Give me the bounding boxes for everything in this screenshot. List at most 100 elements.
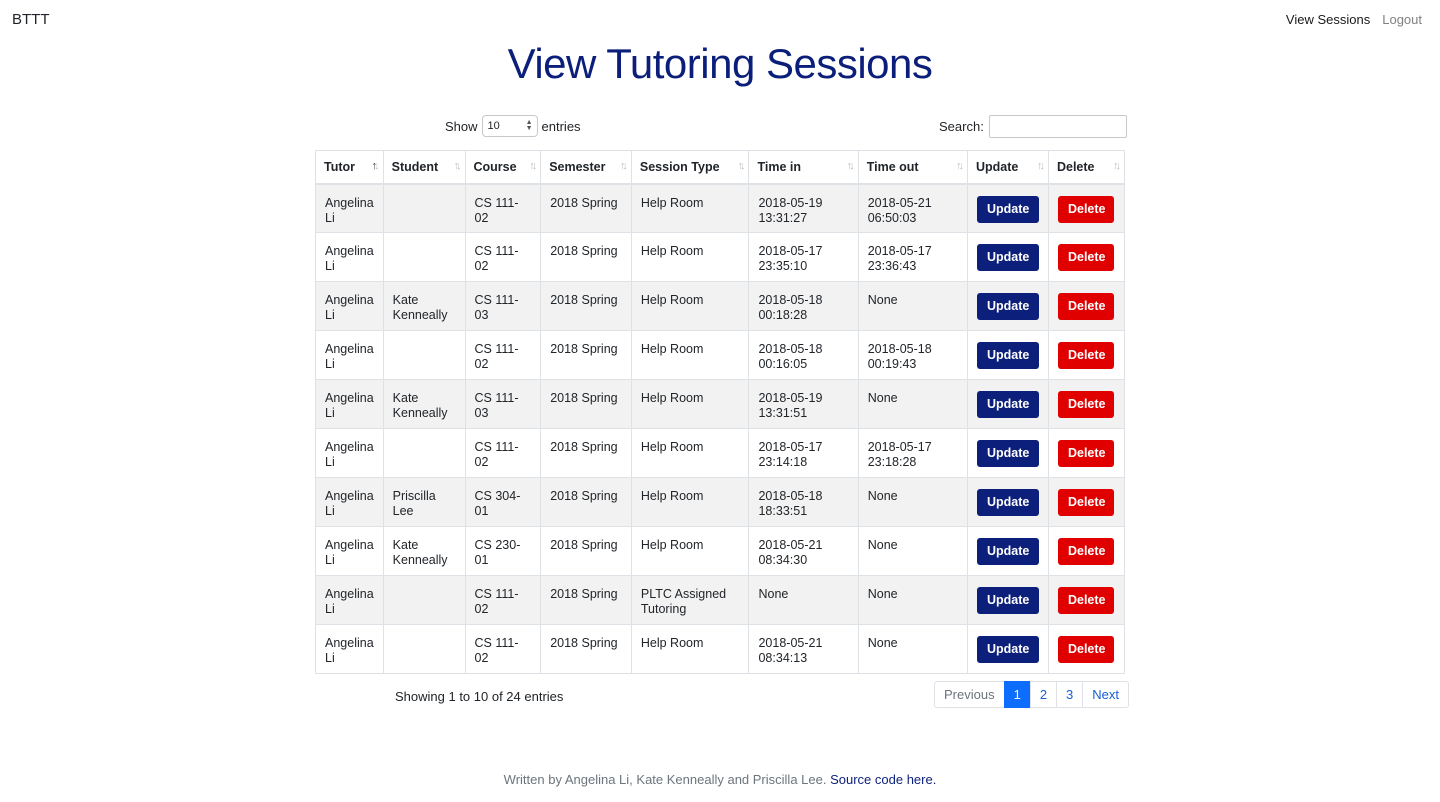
page-1-button[interactable]: 1 xyxy=(1003,681,1031,708)
column-header-update[interactable]: Update ↑↓ xyxy=(966,150,1049,185)
column-header-session-type[interactable]: Session Type ↑↓ xyxy=(630,150,750,185)
page-3-button[interactable]: 3 xyxy=(1056,681,1084,708)
entries-select[interactable]: 10 ▲ ▼ xyxy=(481,115,538,137)
delete-button[interactable]: Delete xyxy=(1057,489,1114,516)
search-input[interactable] xyxy=(988,115,1127,138)
update-button[interactable]: Update xyxy=(976,587,1039,614)
delete-button[interactable]: Delete xyxy=(1057,538,1114,565)
cell-time-out: None xyxy=(857,477,968,527)
column-header-label: Student xyxy=(391,159,439,174)
cell-time-out: 2018-05-18 00:19:43 xyxy=(857,330,968,380)
delete-button[interactable]: Delete xyxy=(1057,195,1114,223)
cell-course: CS 111-03 xyxy=(464,379,542,429)
column-header-course[interactable]: Course ↑↓ xyxy=(464,150,542,185)
cell-session-type: Help Room xyxy=(630,477,750,527)
cell-update: Update xyxy=(966,232,1049,282)
source-code-link[interactable]: Source code here. xyxy=(830,772,936,787)
cell-time-in: 2018-05-18 00:18:28 xyxy=(748,281,859,331)
cell-time-in: 2018-05-17 23:14:18 xyxy=(748,428,859,478)
cell-student: Kate Kenneally xyxy=(382,526,466,576)
column-header-label: Delete xyxy=(1056,159,1095,174)
cell-student xyxy=(382,428,466,478)
cell-update: Update xyxy=(966,183,1049,233)
cell-time-in: 2018-05-21 08:34:30 xyxy=(748,526,859,576)
cell-session-type: Help Room xyxy=(630,281,750,331)
cell-update: Update xyxy=(966,428,1049,478)
cell-delete: Delete xyxy=(1047,526,1126,576)
cell-course: CS 111-02 xyxy=(464,428,542,478)
cell-student xyxy=(382,232,466,282)
nav-view-sessions-link[interactable]: View Sessions xyxy=(1286,12,1370,27)
cell-delete: Delete xyxy=(1047,330,1126,380)
next-page-button[interactable]: Next xyxy=(1082,681,1130,708)
cell-tutor: Angelina Li xyxy=(315,379,384,429)
cell-tutor: Angelina Li xyxy=(315,183,384,233)
previous-page-button[interactable]: Previous xyxy=(934,681,1005,708)
delete-button[interactable]: Delete xyxy=(1057,244,1114,271)
update-button[interactable]: Update xyxy=(976,195,1039,223)
cell-update: Update xyxy=(966,379,1049,429)
sort-icon: ↑↓ xyxy=(619,160,628,172)
delete-button[interactable]: Delete xyxy=(1057,391,1114,418)
column-header-time-out[interactable]: Time out ↑↓ xyxy=(857,150,968,185)
column-header-label: Update xyxy=(975,159,1019,174)
sort-icon: ↑↓ xyxy=(1036,160,1045,172)
cell-update: Update xyxy=(966,526,1049,576)
column-header-label: Session Type xyxy=(639,159,720,174)
cell-session-type: Help Room xyxy=(630,232,750,282)
cell-session-type: Help Room xyxy=(630,624,750,674)
column-header-label: Time out xyxy=(866,159,919,174)
column-header-time-in[interactable]: Time in ↑↓ xyxy=(748,150,859,185)
cell-delete: Delete xyxy=(1047,624,1126,674)
cell-course: CS 111-02 xyxy=(464,330,542,380)
cell-tutor: Angelina Li xyxy=(315,330,384,380)
table-row: Angelina Li CS 111-02 2018 Spring Help Room… xyxy=(315,428,1126,478)
cell-update: Update xyxy=(966,330,1049,380)
page-2-button[interactable]: 2 xyxy=(1029,681,1058,708)
cell-tutor: Angelina Li xyxy=(315,428,384,478)
update-button[interactable]: Update xyxy=(976,538,1039,565)
cell-session-type: Help Room xyxy=(630,330,750,380)
table-body: Angelina Li CS 111-02 2018 Spring Help Room… xyxy=(315,183,1126,674)
cell-time-out: None xyxy=(857,624,968,674)
cell-time-in: 2018-05-17 23:35:10 xyxy=(748,232,859,282)
cell-student xyxy=(382,183,466,233)
footer: Written by Angelina Li, Kate Kenneally a… xyxy=(0,772,1440,787)
select-arrows-icon: ▲ ▼ xyxy=(525,119,533,132)
update-button[interactable]: Update xyxy=(976,489,1039,516)
page-title: View Tutoring Sessions xyxy=(507,40,933,87)
cell-delete: Delete xyxy=(1047,281,1126,331)
sort-icon: ↑↓ xyxy=(453,160,462,172)
table-row: Angelina Li CS 111-02 2018 Spring Help Room… xyxy=(315,232,1126,282)
nav-logout-link[interactable]: Logout xyxy=(1382,12,1422,27)
column-header-delete[interactable]: Delete ↑↓ xyxy=(1047,150,1126,185)
column-header-semester[interactable]: Semester ↑↓ xyxy=(540,150,632,185)
update-button[interactable]: Update xyxy=(976,636,1039,663)
column-header-student[interactable]: Student ↑↓ xyxy=(382,150,466,185)
update-button[interactable]: Update xyxy=(976,391,1039,418)
update-button[interactable]: Update xyxy=(976,293,1039,320)
update-button[interactable]: Update xyxy=(976,244,1039,271)
delete-button[interactable]: Delete xyxy=(1057,342,1114,369)
sort-icon: ↑↓ xyxy=(737,160,745,172)
update-button[interactable]: Update xyxy=(976,440,1039,467)
sort-ascending-icon: ↑↓ xyxy=(371,160,380,172)
cell-course: CS 230-01 xyxy=(464,526,542,576)
cell-student: Kate Kenneally xyxy=(382,379,466,429)
search-label: Search: xyxy=(939,119,984,134)
cell-student: Priscilla Lee xyxy=(382,477,466,527)
cell-semester: 2018 Spring xyxy=(540,330,632,380)
cell-time-out: 2018-05-17 23:18:28 xyxy=(857,428,968,478)
update-button[interactable]: Update xyxy=(976,342,1039,369)
delete-button[interactable]: Delete xyxy=(1057,293,1114,320)
column-header-tutor[interactable]: Tutor ↑↓ xyxy=(315,150,384,185)
brand-link[interactable]: BTTT xyxy=(12,11,50,28)
footer-text: Written by Angelina Li, Kate Kenneally a… xyxy=(503,772,827,787)
table-row: Angelina Li Priscilla Lee CS 304-01 2018 Sp… xyxy=(315,477,1126,527)
cell-student xyxy=(382,624,466,674)
cell-delete: Delete xyxy=(1047,477,1126,527)
cell-update: Update xyxy=(966,624,1049,674)
delete-button[interactable]: Delete xyxy=(1057,587,1114,614)
delete-button[interactable]: Delete xyxy=(1057,636,1114,663)
delete-button[interactable]: Delete xyxy=(1057,440,1114,467)
